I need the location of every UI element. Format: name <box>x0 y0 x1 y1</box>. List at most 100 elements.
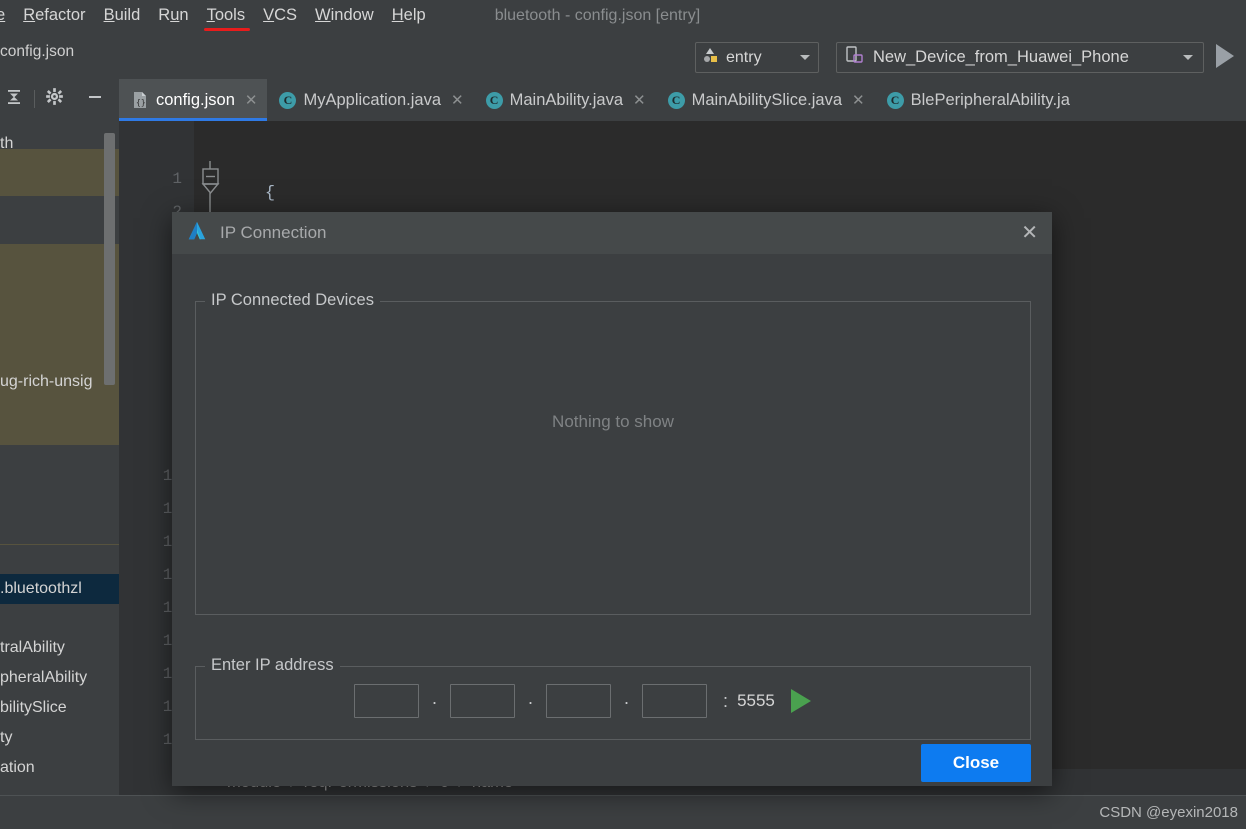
menu-item-label: CS <box>274 6 298 24</box>
tab-mainability-java[interactable]: C MainAbility.java ✕ <box>474 79 656 121</box>
tab-label: MyApplication.java <box>303 90 442 109</box>
enter-ip-address-group: Enter IP address . . . : 5555 <box>195 656 1031 740</box>
tree-item-label: tralAbility <box>0 639 65 656</box>
menu-item-label-suffix: n <box>179 6 189 24</box>
menu-mnemonic: B <box>103 6 115 24</box>
tab-bleperipheralability-java[interactable]: C BlePeripheralAbility.ja <box>875 79 1080 121</box>
ip-separator-dot: . <box>624 688 630 708</box>
editor-tab-bar: {} config.json ✕ C MyApplication.java ✕ … <box>119 79 1246 121</box>
close-button[interactable]: Close <box>921 744 1031 782</box>
java-class-icon: C <box>886 91 904 109</box>
tree-highlight-band <box>0 244 119 426</box>
svg-text:{}: {} <box>136 98 146 107</box>
device-label: New_Device_from_Huawei_Phone <box>873 48 1129 66</box>
tree-item-label: ty <box>0 729 13 746</box>
ip-address-row: . . . : 5555 <box>354 684 811 718</box>
module-icon <box>702 47 720 68</box>
menu-item-run[interactable]: Run <box>149 6 197 25</box>
menu-item-build[interactable]: Build <box>95 6 150 25</box>
tree-item-label: th <box>0 135 14 152</box>
menu-item-label: ools <box>214 6 246 24</box>
tab-close-icon[interactable]: ✕ <box>852 93 865 108</box>
tree-item-label: .bluetoothzl <box>0 580 82 597</box>
empty-state-label: Nothing to show <box>552 412 674 431</box>
group-title-devices: IP Connected Devices <box>205 291 380 310</box>
minimize-icon[interactable] <box>86 88 104 111</box>
tab-close-icon[interactable]: ✕ <box>245 93 258 108</box>
toolbar-divider <box>34 90 35 108</box>
list-item[interactable]: th <box>0 129 119 159</box>
tab-label: MainAbility.java <box>509 90 624 109</box>
dialog-title-bar: IP Connection ✕ <box>172 212 1052 254</box>
menu-mnemonic: T <box>206 6 215 24</box>
list-item[interactable]: ug-rich-unsig <box>0 367 119 397</box>
list-item[interactable]: bilitySlice <box>0 693 119 723</box>
tab-myapplication-java[interactable]: C MyApplication.java ✕ <box>267 79 473 121</box>
tree-highlight-band <box>0 544 119 545</box>
menu-item-edit[interactable]: e <box>0 6 14 25</box>
menu-item-window[interactable]: Window <box>306 6 383 25</box>
device-icon <box>845 46 865 69</box>
menu-mnemonic: W <box>315 6 331 24</box>
run-configuration-selector[interactable]: entry <box>695 42 819 73</box>
menu-item-label: R <box>158 6 171 24</box>
line-number: 1 <box>172 170 182 188</box>
ip-separator-dot: . <box>528 688 534 708</box>
toolwindow-header <box>0 79 119 119</box>
gear-icon[interactable] <box>45 87 64 111</box>
java-class-icon: C <box>485 91 503 109</box>
chevron-down-icon <box>1183 55 1193 60</box>
ip-octet-4-input[interactable] <box>642 684 708 718</box>
ip-octet-2-input[interactable] <box>450 684 516 718</box>
tab-label: BlePeripheralAbility.ja <box>910 90 1070 109</box>
ip-octet-3-input[interactable] <box>546 684 612 718</box>
menu-mnemonic: u <box>170 6 180 24</box>
ip-connection-dialog: IP Connection ✕ IP Connected Devices Not… <box>172 212 1052 786</box>
tab-config-json[interactable]: {} config.json ✕ <box>119 79 268 121</box>
tree-item-label: ug-rich-unsig <box>0 373 93 390</box>
ip-octet-1-input[interactable] <box>354 684 419 718</box>
run-configuration-label: entry <box>726 48 762 66</box>
tab-label: config.json <box>156 90 235 109</box>
navbar-breadcrumb[interactable]: config.json <box>0 43 74 61</box>
tree-highlight-band <box>0 419 119 445</box>
menu-item-tools[interactable]: Tools <box>198 6 255 31</box>
menu-item-help[interactable]: Help <box>383 6 435 25</box>
menu-item-label: uild <box>114 6 141 24</box>
port-value: 5555 <box>737 691 775 710</box>
run-button[interactable] <box>1216 44 1234 68</box>
list-item[interactable]: tralAbility <box>0 633 119 663</box>
menu-item-vcs[interactable]: VCS <box>254 6 306 25</box>
list-item[interactable]: ty <box>0 723 119 753</box>
menu-item-label: elp <box>403 6 426 24</box>
status-bar: CSDN @eyexin2018 <box>0 795 1246 829</box>
close-icon[interactable]: ✕ <box>1021 223 1038 243</box>
dialog-body: IP Connected Devices Nothing to show Ent… <box>172 254 1052 786</box>
tab-mainabilityslice-java[interactable]: C MainAbilitySlice.java ✕ <box>656 79 875 121</box>
json-file-icon: {} <box>131 91 149 109</box>
tab-close-icon[interactable]: ✕ <box>451 93 464 108</box>
window-title: bluetooth - config.json [entry] <box>494 6 701 24</box>
menu-item-refactor[interactable]: Refactor <box>14 6 94 25</box>
menu-mnemonic: H <box>391 6 404 24</box>
port-colon: : <box>723 690 729 711</box>
menu-item-label: e <box>0 6 6 24</box>
project-tree-panel[interactable]: th ug-rich-unsig .bluetoothzl tralAbilit… <box>0 119 119 810</box>
project-scrollbar[interactable] <box>104 133 115 385</box>
device-selector[interactable]: New_Device_from_Huawei_Phone <box>836 42 1204 73</box>
list-item[interactable]: .bluetoothzl <box>0 574 119 604</box>
ip-separator-dot: . <box>432 688 438 708</box>
connect-play-icon[interactable] <box>790 689 811 713</box>
menu-item-label: indow <box>330 6 374 24</box>
java-class-icon: C <box>667 91 685 109</box>
list-item[interactable]: ation <box>0 753 119 783</box>
tab-close-icon[interactable]: ✕ <box>633 93 646 108</box>
menu-item-label: efactor <box>35 6 86 24</box>
menu-bar: e Refactor Build Run Tools VCS Window He… <box>0 0 1246 31</box>
collapse-all-icon[interactable] <box>4 87 24 112</box>
tree-item-label: pheralAbility <box>0 669 88 686</box>
menu-mnemonic: R <box>23 6 36 24</box>
list-item[interactable]: pheralAbility <box>0 663 119 693</box>
group-title-ip: Enter IP address <box>205 656 340 675</box>
tree-item-label: bilitySlice <box>0 699 67 716</box>
